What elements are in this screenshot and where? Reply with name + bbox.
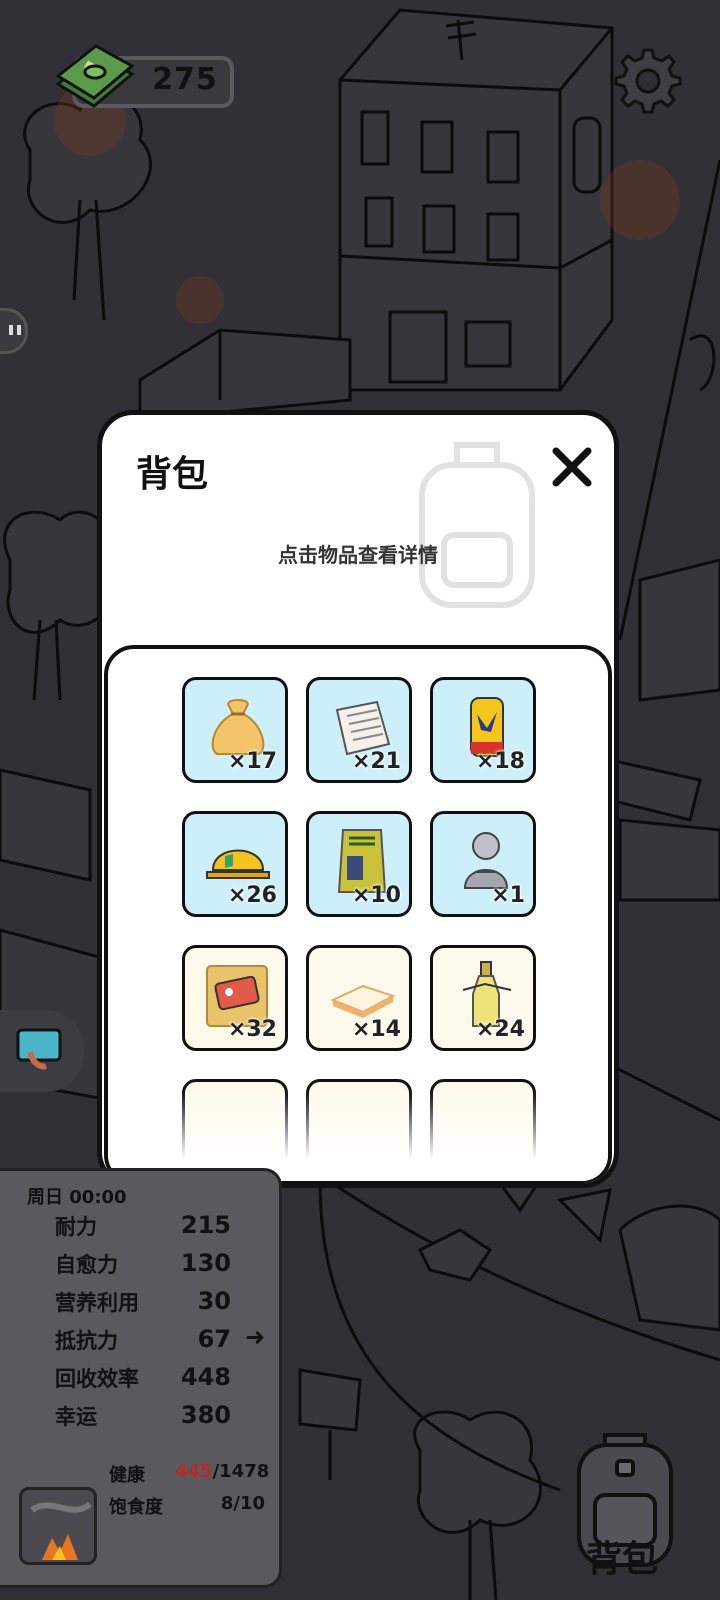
stat-value: 30 [197,1287,231,1315]
stat-value: 448 [180,1363,231,1391]
item-quantity: ×24 [475,1017,525,1042]
stats-panel: 周日 00:00 耐力 215 自愈力 130 营养利用 30 抵抗力 67 回… [0,1168,282,1588]
inventory-slot-sponge[interactable]: ×14 [306,945,412,1051]
inventory-slot-buddha-statue[interactable]: ×1 [430,811,536,917]
health-label: 健康 [109,1465,145,1486]
stat-label: 回收效率 [55,1367,139,1391]
dialog-title: 背包 [136,454,209,495]
stat-label: 耐力 [55,1215,97,1239]
satiety-label: 饱食度 [109,1497,163,1518]
money-value: 275 [152,62,218,97]
item-quantity: ×18 [475,749,525,774]
inventory-slot-bottle[interactable]: ×24 [430,945,536,1051]
item-quantity: ×17 [227,749,277,774]
character-portrait[interactable] [19,1487,97,1565]
item-quantity: ×21 [351,749,401,774]
stat-label: 自愈力 [55,1253,118,1277]
game-time: 周日 00:00 [27,1187,127,1208]
stat-value: 67 [197,1325,231,1353]
inventory-slot-newspaper[interactable]: ×21 [306,677,412,783]
stat-value: 130 [180,1249,231,1277]
health-row: 健康 445/1478 [109,1461,269,1487]
backpack-dialog: 背包 点击物品查看详情 ×17 ×21 ×18 ×26 ×10 ×1 ×32 ×… [97,410,619,1188]
inventory-slot-card[interactable]: ×32 [182,945,288,1051]
arrow-right-icon[interactable]: ➜ [245,1323,265,1351]
hint-text: 点击物品查看详情 [278,543,438,567]
backpack-watermark-icon [419,442,535,608]
inventory-slot-sack[interactable]: ×17 [182,677,288,783]
inventory-slot-soda-can[interactable]: ×18 [430,677,536,783]
health-max: /1478 [212,1461,270,1482]
item-quantity: ×1 [491,883,525,908]
gear-icon[interactable] [614,46,682,114]
phone-button[interactable] [0,1010,84,1092]
stat-label: 营养利用 [55,1291,139,1315]
stat-value: 215 [180,1211,231,1239]
stat-value: 380 [180,1401,231,1429]
item-quantity: ×32 [227,1017,277,1042]
health-value: 445/1478 [175,1461,269,1482]
stat-label: 抵抗力 [55,1329,118,1353]
item-grid-panel[interactable]: ×17 ×21 ×18 ×26 ×10 ×1 ×32 ×14 ×24 [104,645,612,1183]
inventory-slot-grain-bag[interactable]: ×10 [306,811,412,917]
campfire-icon [22,1490,94,1562]
phone-icon [16,1028,62,1070]
satiety-value: 8/10 [220,1493,265,1514]
backpack-label[interactable]: 背包 [586,1530,658,1582]
inventory-slot-hard-hat[interactable]: ×26 [182,811,288,917]
item-quantity: ×26 [227,883,277,908]
satiety-row: 饱食度 8/10 [109,1493,265,1519]
stat-label: 幸运 [55,1405,97,1429]
item-quantity: ×14 [351,1017,401,1042]
close-icon[interactable] [550,445,594,489]
item-quantity: ×10 [351,883,401,908]
cash-stack-icon [55,44,135,108]
health-current: 445 [175,1461,213,1482]
